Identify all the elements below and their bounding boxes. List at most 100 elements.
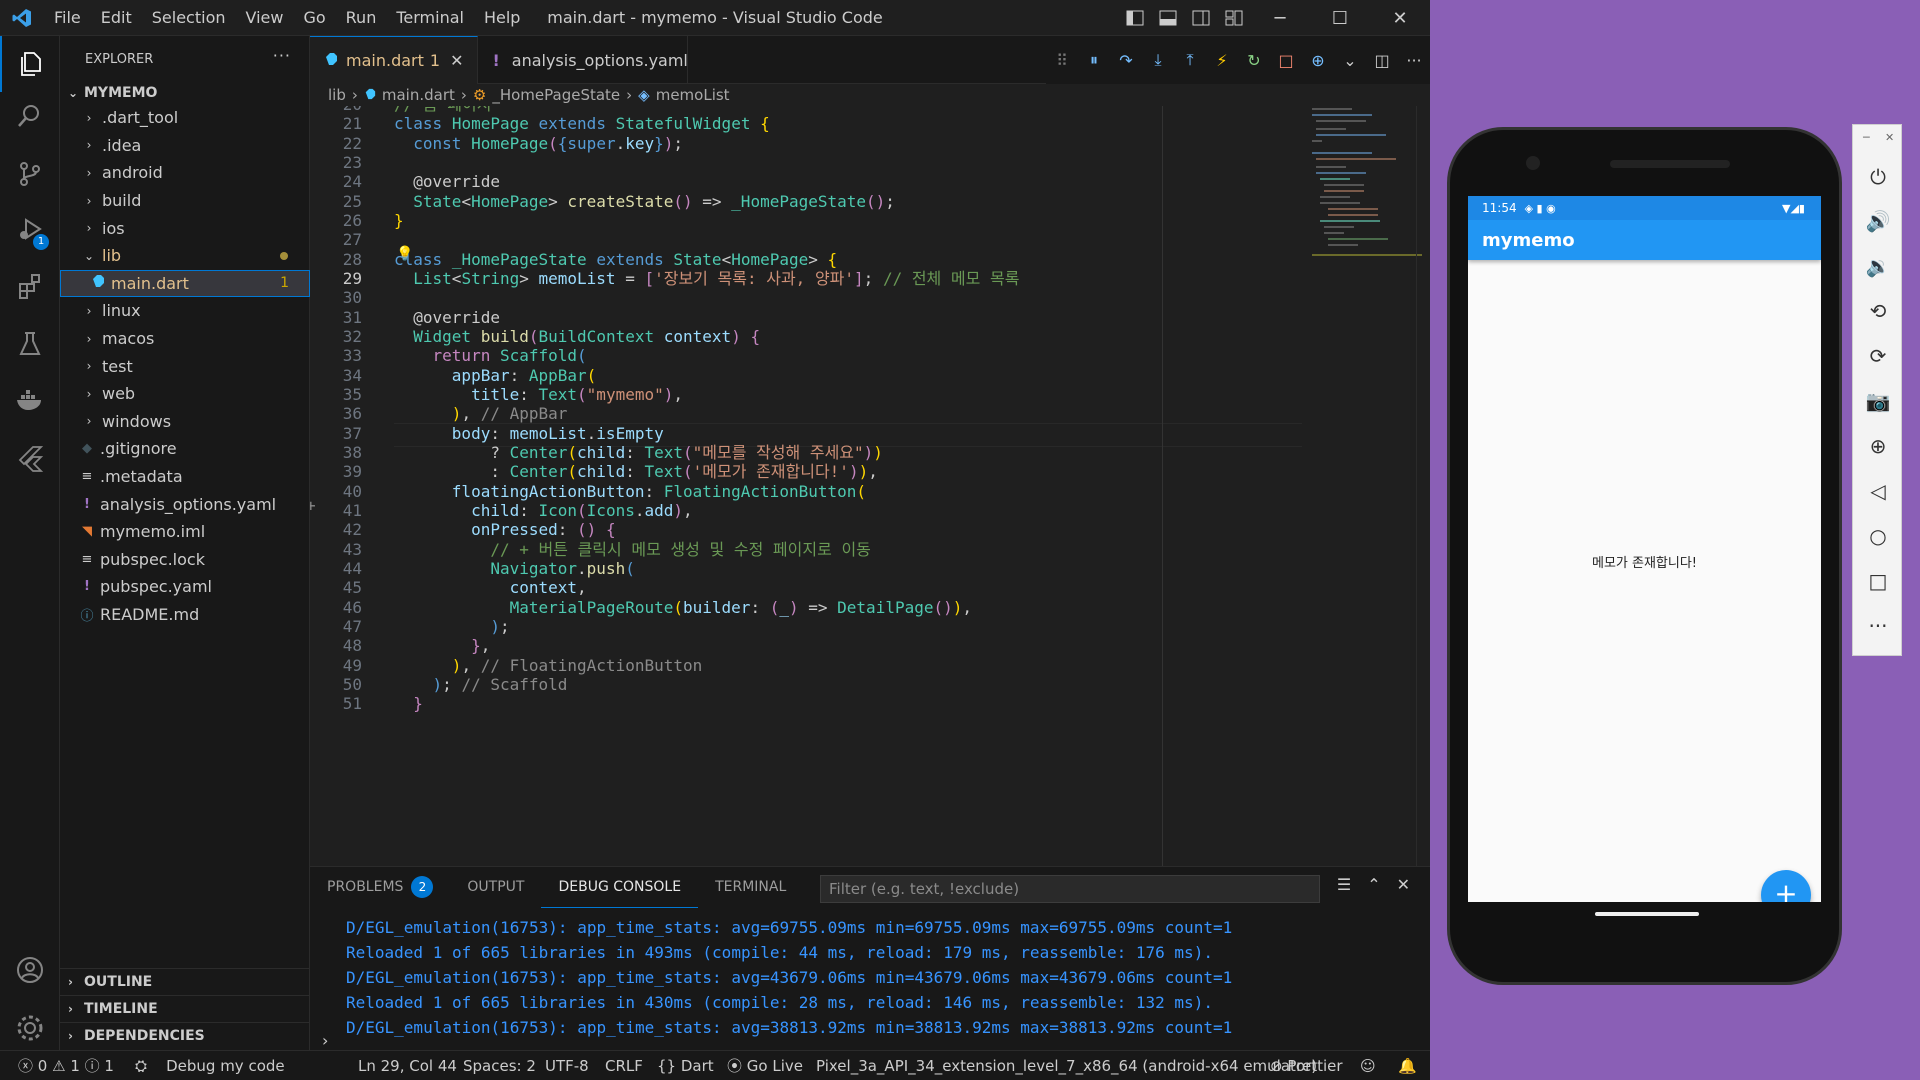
- maximize-icon[interactable]: ☐: [1310, 8, 1370, 29]
- search-icon[interactable]: [0, 88, 60, 144]
- language-mode[interactable]: {} Dart: [657, 1051, 714, 1080]
- tab-problems[interactable]: PROBLEMS 2: [310, 867, 450, 907]
- close-tab-icon[interactable]: ✕: [450, 51, 463, 70]
- tree-item-readme[interactable]: ⓘ README.md: [60, 601, 310, 629]
- console-prompt-icon[interactable]: ›: [322, 1031, 328, 1050]
- step-out-icon[interactable]: ⤒: [1174, 50, 1206, 70]
- close-panel-icon[interactable]: ✕: [1397, 875, 1410, 894]
- tree-item-test[interactable]: › test: [60, 352, 310, 380]
- run-debug-icon[interactable]: 1: [0, 202, 60, 258]
- flutter-icon[interactable]: [0, 430, 60, 486]
- customize-layout-icon[interactable]: [1217, 10, 1250, 26]
- debug-status[interactable]: ⛭ Debug my code: [135, 1051, 285, 1080]
- rotate-right-icon[interactable]: ⟳: [1853, 336, 1903, 376]
- back-icon[interactable]: ◁: [1853, 471, 1903, 511]
- menu-terminal[interactable]: Terminal: [386, 0, 474, 36]
- emulator-close-icon[interactable]: ✕: [1885, 131, 1894, 144]
- tree-item-mymemo-iml[interactable]: ◥ mymemo.iml: [60, 518, 310, 546]
- add-memo-fab[interactable]: +: [1761, 870, 1811, 902]
- explorer-icon[interactable]: [0, 36, 60, 92]
- toggle-secondary-sidebar-icon[interactable]: [1184, 10, 1217, 26]
- source-control-icon[interactable]: [0, 146, 60, 202]
- console-filter-input[interactable]: Filter (e.g. text, !exclude): [820, 875, 1320, 903]
- menu-go[interactable]: Go: [293, 0, 335, 36]
- emulator-minimize-icon[interactable]: ─: [1863, 131, 1870, 144]
- tree-item-ios[interactable]: › ios: [60, 214, 310, 242]
- breadcrumb-item[interactable]: lib: [328, 86, 346, 104]
- menu-run[interactable]: Run: [336, 0, 387, 36]
- stop-icon[interactable]: □: [1270, 51, 1302, 70]
- outline-section[interactable]: › OUTLINE: [60, 968, 310, 995]
- tree-item-metadata[interactable]: ≡ .metadata: [60, 463, 310, 491]
- breadcrumb-item[interactable]: _HomePageState: [492, 86, 620, 104]
- minimize-icon[interactable]: ─: [1250, 8, 1310, 29]
- power-icon[interactable]: ⏻: [1853, 157, 1903, 197]
- accounts-icon[interactable]: [0, 942, 60, 998]
- rotate-left-icon[interactable]: ⟲: [1853, 291, 1903, 331]
- drag-handle-icon[interactable]: ⠿: [1046, 51, 1078, 70]
- problems-status[interactable]: ⓧ 0 ⚠ 1 ⓘ 1: [18, 1051, 114, 1080]
- cursor-position[interactable]: Ln 29, Col 44: [358, 1051, 457, 1080]
- tab-main-dart[interactable]: main.dart 1 ✕: [310, 36, 479, 84]
- menu-help[interactable]: Help: [474, 0, 530, 36]
- zoom-icon[interactable]: ⊕: [1853, 426, 1903, 466]
- docker-icon[interactable]: [0, 372, 60, 428]
- menu-view[interactable]: View: [236, 0, 294, 36]
- tree-item-lib[interactable]: ⌄ lib: [60, 242, 310, 270]
- breadcrumb-item[interactable]: main.dart: [382, 86, 455, 104]
- volume-up-icon[interactable]: 🔊: [1853, 201, 1903, 241]
- hot-reload-icon[interactable]: ⚡: [1206, 51, 1238, 70]
- dependencies-section[interactable]: › DEPENDENCIES: [60, 1022, 310, 1049]
- more-actions-icon[interactable]: ···: [273, 46, 291, 65]
- menu-edit[interactable]: Edit: [91, 0, 142, 36]
- editor-scrollbar[interactable]: [1416, 106, 1430, 866]
- notifications-bell-icon[interactable]: 🔔: [1398, 1051, 1417, 1080]
- prettier-status[interactable]: ⊘ Prettier: [1270, 1051, 1343, 1080]
- lightbulb-icon[interactable]: 💡: [396, 246, 413, 262]
- tree-item-main-dart[interactable]: main.dart 1: [60, 269, 310, 298]
- menu-file[interactable]: File: [44, 0, 91, 36]
- tree-item-pubspec-lock[interactable]: ≡ pubspec.lock: [60, 546, 310, 574]
- editor-more-icon[interactable]: ···: [1398, 51, 1430, 70]
- home-icon[interactable]: ○: [1853, 516, 1903, 556]
- tree-item-analysis-options[interactable]: ! analysis_options.yaml: [60, 490, 310, 518]
- step-into-icon[interactable]: ⤓: [1142, 50, 1174, 70]
- toggle-panel-icon[interactable]: [1151, 10, 1184, 26]
- tree-item-linux[interactable]: › linux: [60, 297, 310, 325]
- step-over-icon[interactable]: ↷: [1110, 51, 1142, 70]
- toggle-primary-sidebar-icon[interactable]: [1118, 10, 1151, 26]
- phone-screen[interactable]: 11:54 ◈ ▮ ◉ ▼◢▮ mymemo 메모가 존재합니다! +: [1468, 196, 1821, 902]
- minimap[interactable]: [1312, 106, 1422, 306]
- feedback-icon[interactable]: ☺: [1360, 1051, 1376, 1080]
- indentation[interactable]: Spaces: 2: [463, 1051, 536, 1080]
- tree-item-build[interactable]: › build: [60, 187, 310, 215]
- tab-terminal[interactable]: TERMINAL: [698, 867, 803, 907]
- gesture-home-bar[interactable]: [1595, 912, 1699, 916]
- line-ending[interactable]: CRLF: [605, 1051, 643, 1080]
- close-window-icon[interactable]: ✕: [1370, 8, 1430, 29]
- more-debug-icon[interactable]: ⌄: [1334, 51, 1366, 70]
- tree-item-pubspec-yaml[interactable]: ! pubspec.yaml: [60, 573, 310, 601]
- tree-item-android[interactable]: › android: [60, 159, 310, 187]
- tree-item-gitignore[interactable]: ◆ .gitignore: [60, 435, 310, 463]
- tab-analysis-options[interactable]: ! analysis_options.yaml: [478, 36, 689, 84]
- code-editor[interactable]: 20 // 홈 페이지 21 class HomePage extends St…: [310, 106, 1430, 866]
- breadcrumb-item[interactable]: memoList: [656, 86, 730, 104]
- settings-gear-icon[interactable]: [0, 1000, 60, 1056]
- menu-selection[interactable]: Selection: [142, 0, 236, 36]
- go-live[interactable]: ⦿ Go Live: [727, 1051, 803, 1080]
- extensions-icon[interactable]: [0, 258, 60, 314]
- tree-item-windows[interactable]: › windows: [60, 408, 310, 436]
- split-editor-icon[interactable]: ◫: [1366, 51, 1398, 70]
- restart-icon[interactable]: ↻: [1238, 51, 1270, 70]
- extended-controls-icon[interactable]: ···: [1853, 606, 1903, 646]
- overview-icon[interactable]: □: [1853, 561, 1903, 601]
- pause-icon[interactable]: ⏸: [1078, 50, 1110, 70]
- workspace-root[interactable]: ⌄ MYMEMO: [60, 81, 310, 105]
- tab-debug-console[interactable]: DEBUG CONSOLE: [541, 867, 699, 908]
- tree-item-web[interactable]: › web: [60, 380, 310, 408]
- encoding[interactable]: UTF-8: [545, 1051, 589, 1080]
- flutter-device[interactable]: Pixel_3a_API_34_extension_level_7_x86_64…: [816, 1051, 1317, 1080]
- clear-console-icon[interactable]: ☰: [1337, 875, 1351, 894]
- timeline-section[interactable]: › TIMELINE: [60, 995, 310, 1022]
